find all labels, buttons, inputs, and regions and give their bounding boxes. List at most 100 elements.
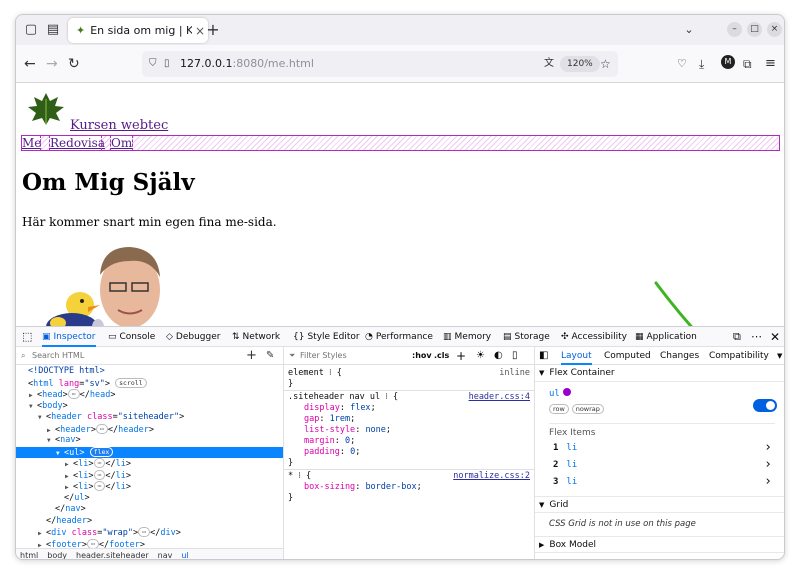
css-declaration[interactable]: margin: 0; bbox=[304, 436, 355, 447]
markup-node[interactable]: ▶ <li> ⋯ </li> bbox=[16, 481, 283, 493]
markup-node[interactable]: <html lang="sv"> scroll bbox=[16, 377, 283, 390]
site-title-link[interactable]: Kursen webtec bbox=[70, 118, 168, 133]
reload-icon[interactable]: ↻ bbox=[68, 56, 80, 72]
minimize-icon[interactable]: – bbox=[727, 22, 742, 37]
markup-node[interactable]: </header> bbox=[16, 516, 283, 528]
flex-container-header[interactable]: ▼ Flex Container bbox=[535, 365, 784, 382]
chevron-right-icon[interactable]: › bbox=[764, 458, 772, 472]
add-node-icon[interactable]: + bbox=[246, 347, 257, 365]
tab-active[interactable]: ✦ En sida om mig | Kursen w × bbox=[68, 18, 208, 43]
extensions-icon[interactable]: ⧉ bbox=[743, 56, 752, 72]
expand-open-icon[interactable]: ▼ bbox=[38, 412, 46, 424]
markup-node[interactable]: ▼ <nav> bbox=[16, 435, 283, 447]
css-property[interactable]: padding bbox=[304, 447, 340, 457]
element-picker-icon[interactable]: ⬚ bbox=[22, 327, 32, 347]
nav-link-redovisa[interactable]: Redovisa bbox=[49, 135, 105, 151]
tab-network[interactable]: ⇅ Network bbox=[232, 327, 280, 347]
expand-open-icon[interactable]: ▼ bbox=[47, 435, 55, 447]
tab-performance[interactable]: ◔ Performance bbox=[365, 327, 433, 347]
forward-icon[interactable]: → bbox=[46, 56, 58, 72]
markup-node[interactable]: ▶ <header> ⋯ </header> bbox=[16, 423, 283, 436]
page-icon[interactable]: ▯ bbox=[164, 51, 170, 77]
tab-layout[interactable]: Layout bbox=[561, 347, 592, 365]
chevron-right-icon[interactable]: › bbox=[764, 475, 772, 489]
tab-accessibility[interactable]: ✣ Accessibility bbox=[561, 327, 627, 347]
close-window-icon[interactable]: × bbox=[767, 22, 782, 37]
css-property[interactable]: box-sizing bbox=[304, 482, 355, 492]
translate-icon[interactable]: 文 bbox=[544, 51, 554, 77]
breadcrumb-item[interactable]: nav bbox=[158, 551, 173, 559]
rule-source-link[interactable]: header.css:4 bbox=[469, 392, 530, 403]
tab-compatibility[interactable]: Compatibility bbox=[709, 347, 769, 365]
menu-icon[interactable]: ≡ bbox=[765, 56, 776, 72]
maximize-icon[interactable]: □ bbox=[747, 22, 762, 37]
rule-selector[interactable]: element ⁝ { bbox=[288, 368, 342, 379]
filter-styles-input[interactable]: ⏷ Filter Styles :hov .cls + ☀ ◐ ▯ bbox=[284, 347, 534, 365]
css-declaration[interactable]: padding: 0; bbox=[304, 447, 360, 458]
css-value[interactable]: border-box bbox=[365, 482, 416, 492]
account-avatar[interactable]: M bbox=[721, 55, 735, 69]
firefox-view-icon[interactable]: ▢ bbox=[22, 21, 40, 39]
css-declaration[interactable]: gap: 1rem; bbox=[304, 414, 355, 425]
box-model-header[interactable]: ▶ Box Model bbox=[535, 536, 784, 553]
chevron-right-icon[interactable]: › bbox=[764, 441, 772, 455]
nav-link-me[interactable]: Me bbox=[21, 135, 41, 151]
eyedropper-icon[interactable]: ✎ bbox=[266, 347, 274, 365]
url-bar[interactable]: ⛉ ▯ 127.0.0.1:8080/me.html 文 120% ☆ bbox=[142, 51, 618, 77]
flex-item-row[interactable]: 1 li › bbox=[553, 441, 778, 455]
tab-console[interactable]: ▭ Console bbox=[108, 327, 155, 347]
dock-icon[interactable]: ⧉ bbox=[733, 327, 741, 347]
rule-selector[interactable]: * ⁝ { bbox=[288, 471, 311, 482]
rule-source-link[interactable]: normalize.css:2 bbox=[453, 471, 530, 482]
markup-node[interactable]: <!DOCTYPE html> bbox=[16, 366, 283, 378]
zoom-level[interactable]: 120% bbox=[560, 56, 600, 72]
tab-computed[interactable]: Computed bbox=[604, 347, 651, 365]
css-declaration[interactable]: list-style: none; bbox=[304, 425, 391, 436]
css-declaration[interactable]: box-sizing: border-box; bbox=[304, 482, 422, 493]
grid-header[interactable]: ▼ Grid bbox=[535, 496, 784, 513]
markup-node[interactable]: ▶ <head> ⋯ </head> bbox=[16, 389, 283, 401]
css-value[interactable]: 0 bbox=[350, 447, 355, 457]
css-value[interactable]: flex bbox=[350, 403, 370, 413]
search-html-input[interactable]: ⌕ Search HTML + ✎ bbox=[16, 347, 283, 365]
rule-selector[interactable]: .siteheader nav ul ⁝ { bbox=[288, 392, 398, 403]
markup-node[interactable]: ▶ <li> ⋯ </li> bbox=[16, 469, 283, 482]
expand-open-icon[interactable]: ▼ bbox=[29, 401, 37, 413]
markup-node[interactable]: </ul> bbox=[16, 493, 283, 505]
css-value[interactable]: none bbox=[365, 425, 385, 435]
tab-memory[interactable]: ▥ Memory bbox=[443, 327, 491, 347]
css-value[interactable]: 0 bbox=[345, 436, 350, 446]
back-icon[interactable]: ← bbox=[24, 56, 36, 72]
tab-style-editor[interactable]: {} Style Editor bbox=[293, 327, 360, 347]
bookmark-star-icon[interactable]: ☆ bbox=[600, 51, 611, 77]
chevron-down-icon[interactable]: ⌄ bbox=[680, 21, 698, 39]
css-property[interactable]: list-style bbox=[304, 425, 355, 435]
pocket-icon[interactable]: ♡ bbox=[677, 56, 687, 72]
light-theme-icon[interactable]: ☀ bbox=[476, 347, 485, 365]
nav-link-om[interactable]: Om bbox=[110, 135, 133, 151]
css-value[interactable]: 1rem bbox=[330, 414, 350, 424]
dark-theme-icon[interactable]: ◐ bbox=[494, 347, 503, 365]
css-property[interactable]: gap bbox=[304, 414, 319, 424]
markup-node[interactable]: ▶ <div class="wrap"> ⋯ </div> bbox=[16, 527, 283, 539]
shield-icon[interactable]: ⛉ bbox=[149, 51, 157, 77]
breadcrumb-item[interactable]: html bbox=[20, 551, 38, 559]
breadcrumb-item[interactable]: body bbox=[47, 551, 67, 559]
tab-inspector[interactable]: ▣ Inspector bbox=[42, 327, 96, 347]
add-rule-icon[interactable]: + bbox=[456, 347, 466, 365]
hov-button[interactable]: :hov bbox=[412, 347, 432, 365]
css-property[interactable]: margin bbox=[304, 436, 335, 446]
breadcrumb-item[interactable]: ul bbox=[181, 551, 188, 559]
flex-color-swatch[interactable] bbox=[562, 388, 571, 396]
new-tab-icon[interactable]: + bbox=[204, 21, 222, 39]
tab-changes[interactable]: Changes bbox=[660, 347, 699, 365]
sidebar-toggle-icon[interactable]: ◧ bbox=[539, 347, 548, 365]
markup-node[interactable]: ▶ <li> ⋯ </li> bbox=[16, 458, 283, 470]
markup-node[interactable]: ▼ <body> bbox=[16, 401, 283, 413]
more-options-icon[interactable]: ⋯ bbox=[751, 327, 762, 347]
breadcrumb-item[interactable]: header.siteheader bbox=[76, 551, 149, 559]
flex-highlighter-toggle[interactable] bbox=[753, 399, 777, 412]
tab-application[interactable]: ▦ Application bbox=[635, 327, 697, 347]
print-media-icon[interactable]: ▯ bbox=[512, 347, 518, 365]
markup-node[interactable]: ▼ <header class="siteheader"> bbox=[16, 412, 283, 424]
